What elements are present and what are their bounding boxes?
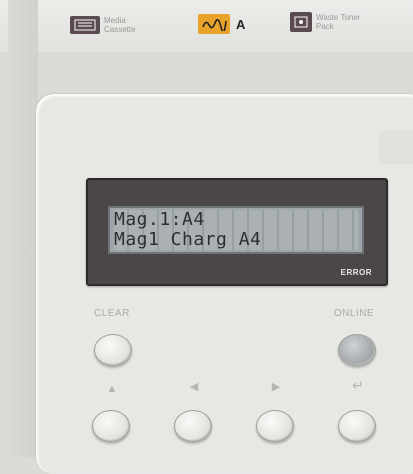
- lcd-line-2: Mag1 Charg A4: [114, 230, 358, 250]
- up-button[interactable]: [92, 410, 130, 442]
- online-label: ONLINE: [333, 308, 375, 319]
- right-arrow-icon: ▶: [271, 381, 281, 393]
- clear-label: CLEAR: [94, 308, 130, 319]
- label-strip: Media Cassette A Waste Toner Pack: [0, 0, 413, 52]
- toner-label: A: [198, 14, 245, 34]
- media-cassette-label: Media Cassette: [70, 16, 136, 34]
- waste-toner-icon: [290, 12, 312, 32]
- lcd-bezel: Mag.1:A4 Mag1 Charg A4 ERROR: [86, 178, 388, 286]
- online-button[interactable]: [338, 334, 376, 366]
- panel-edge: [8, 0, 38, 457]
- left-button[interactable]: [174, 410, 212, 442]
- right-button[interactable]: [256, 410, 294, 442]
- enter-button[interactable]: [338, 410, 376, 442]
- lcd-screen: Mag.1:A4 Mag1 Charg A4: [108, 206, 364, 254]
- media-cassette-text: Media Cassette: [104, 16, 136, 34]
- clear-button[interactable]: [94, 334, 132, 366]
- toner-icon: [198, 14, 230, 34]
- left-arrow-icon: ◀: [189, 381, 199, 393]
- up-arrow-icon: ▲: [106, 383, 118, 395]
- error-indicator: ERROR: [340, 268, 372, 277]
- waste-toner-text: Waste Toner Pack: [316, 13, 361, 31]
- side-tab: [379, 130, 413, 164]
- lcd-line-1: Mag.1:A4: [114, 210, 358, 230]
- media-cassette-icon: [70, 16, 100, 34]
- enter-icon: ↵: [352, 377, 364, 393]
- waste-toner-label: Waste Toner Pack: [290, 12, 360, 32]
- toner-letter: A: [236, 16, 246, 32]
